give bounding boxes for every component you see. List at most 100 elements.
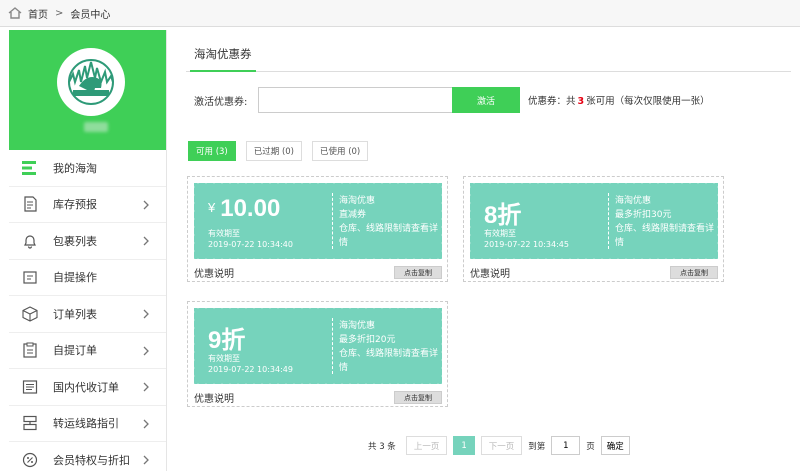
coupon-description-link[interactable]: 优惠说明 <box>194 265 234 280</box>
coupon-details: 海淘优惠 最多折扣30元 仓库、线路限制请查看详情 <box>615 194 715 250</box>
coupon-summary-prefix: 优惠券：共 <box>528 96 576 107</box>
sidebar-item-label: 自提操作 <box>53 271 97 285</box>
coupon-summary-suffix: 张可用（每次仅限使用一张） <box>586 96 710 107</box>
coupon-amount: 8折 <box>484 195 521 230</box>
list-icon <box>21 378 39 396</box>
tab-haitao-coupons[interactable]: 海淘优惠券 <box>190 46 256 72</box>
coupon-ticket: ¥10.00 有效期至 2019-07-22 10:34:40 海淘优惠 直减券… <box>191 181 445 261</box>
chevron-right-icon <box>143 200 149 209</box>
coupon-title: 海淘优惠 <box>339 321 376 331</box>
coupon-description-link[interactable]: 优惠说明 <box>470 265 510 280</box>
copy-button[interactable]: 点击复制 <box>394 266 442 279</box>
chevron-right-icon <box>143 236 149 246</box>
coupon-validity: 有效期至 2019-07-22 10:34:49 <box>208 353 293 375</box>
coupon-validity: 有效期至 2019-07-22 10:34:40 <box>208 228 293 250</box>
chevron-right-icon <box>143 309 149 319</box>
coupon-validity-label: 有效期至 <box>484 229 516 238</box>
discount-icon <box>21 451 39 469</box>
clipboard-icon <box>21 341 39 359</box>
home-icon[interactable] <box>8 7 22 19</box>
coupon-validity-date: 2019-07-22 10:34:49 <box>208 365 293 374</box>
filter-expired[interactable]: 已过期 (0) <box>245 141 302 161</box>
coupon-title: 海淘优惠 <box>615 196 652 206</box>
coupon-available-count: 3 <box>577 96 585 107</box>
coupon-title: 海淘优惠 <box>339 196 376 206</box>
goto-confirm-button[interactable]: 确定 <box>600 436 630 455</box>
sidebar: 我的海淘 库存预报 包裹列表 自提操作 订单列表 自提订单 国内代收订单 转运线… <box>9 30 167 471</box>
document-icon <box>21 195 39 213</box>
profile-panel <box>9 30 166 150</box>
coupon-card: ¥10.00 有效期至 2019-07-22 10:34:40 海淘优惠 直减券… <box>187 176 448 282</box>
coupon-description-link[interactable]: 优惠说明 <box>194 390 234 405</box>
coupon-card: 9折 有效期至 2019-07-22 10:34:49 海淘优惠 最多折扣20元… <box>187 301 448 407</box>
coupon-footer: 优惠说明 点击复制 <box>194 265 442 280</box>
coupon-status-filters: 可用 (3) 已过期 (0) 已使用 (0) <box>188 141 369 161</box>
breadcrumb: 首页 > 会员中心 <box>0 0 800 27</box>
coupon-validity-label: 有效期至 <box>208 229 240 238</box>
coupon-divider <box>332 318 333 374</box>
sidebar-item-label: 转运线路指引 <box>53 417 119 431</box>
coupon-currency: ¥ <box>208 200 216 215</box>
activate-coupon-label: 激活优惠券: <box>194 96 248 108</box>
next-page-button[interactable]: 下一页 <box>480 436 523 455</box>
coupon-validity-date: 2019-07-22 10:34:45 <box>484 240 569 249</box>
sidebar-item-label: 国内代收订单 <box>53 380 119 394</box>
coupon-details: 海淘优惠 直减券 仓库、线路限制请查看详情 <box>339 194 439 250</box>
sidebar-item-pickup-operation[interactable]: 自提操作 <box>9 260 166 296</box>
route-icon <box>21 414 39 432</box>
page-unit-label: 页 <box>586 441 595 452</box>
coupon-card: 8折 有效期至 2019-07-22 10:34:45 海淘优惠 最多折扣30元… <box>463 176 724 282</box>
goto-page-input[interactable] <box>551 436 581 455</box>
sidebar-item-label: 订单列表 <box>53 307 97 321</box>
sidebar-item-order-list[interactable]: 订单列表 <box>9 296 166 333</box>
coupon-amount: 9折 <box>208 320 245 355</box>
coupon-validity-date: 2019-07-22 10:34:40 <box>208 240 293 249</box>
coupon-ticket: 9折 有效期至 2019-07-22 10:34:49 海淘优惠 最多折扣20元… <box>191 306 445 386</box>
coupon-footer: 优惠说明 点击复制 <box>194 390 442 405</box>
goto-page-label: 到第 <box>528 441 546 452</box>
tab-bar: 海淘优惠券 <box>186 30 791 72</box>
page-number-button[interactable]: 1 <box>453 436 475 455</box>
coupon-summary: 优惠券：共 3 张可用（每次仅限使用一张） <box>528 93 710 107</box>
coupon-value: 10.00 <box>220 195 281 222</box>
sidebar-item-pickup-orders[interactable]: 自提订单 <box>9 333 166 369</box>
chevron-right-icon <box>143 455 149 465</box>
sidebar-item-domestic-collection-orders[interactable]: 国内代收订单 <box>9 369 166 406</box>
coupon-note: 仓库、线路限制请查看详情 <box>339 224 439 248</box>
coupon-details: 海淘优惠 最多折扣20元 仓库、线路限制请查看详情 <box>339 319 439 375</box>
breadcrumb-current[interactable]: 会员中心 <box>70 6 110 21</box>
filter-available[interactable]: 可用 (3) <box>188 141 236 161</box>
pagination: 共 3 条 上一页 1 下一页 到第 页 确定 <box>368 436 630 455</box>
prev-page-button[interactable]: 上一页 <box>405 436 448 455</box>
sidebar-item-inventory-forecast[interactable]: 库存预报 <box>9 187 166 223</box>
coupon-validity: 有效期至 2019-07-22 10:34:45 <box>484 228 569 250</box>
filter-used[interactable]: 已使用 (0) <box>312 141 369 161</box>
sidebar-item-route-guide[interactable]: 转运线路指引 <box>9 406 166 442</box>
box-icon <box>21 268 39 286</box>
sidebar-item-label: 会员特权与折扣 <box>53 453 130 467</box>
coupon-value: 9折 <box>208 327 246 354</box>
sidebar-item-label: 我的海淘 <box>53 161 97 175</box>
avatar[interactable] <box>57 48 125 116</box>
breadcrumb-separator: > <box>55 7 64 19</box>
coupon-divider <box>608 193 609 249</box>
activate-button[interactable]: 激活 <box>452 87 520 113</box>
sidebar-item-package-list[interactable]: 包裹列表 <box>9 223 166 260</box>
coupon-note: 仓库、线路限制请查看详情 <box>339 349 439 373</box>
copy-button[interactable]: 点击复制 <box>394 391 442 404</box>
username-blurred <box>84 122 108 132</box>
activate-coupon-row: 激活优惠券: 激活 优惠券：共 3 张可用（每次仅限使用一张） <box>186 87 791 113</box>
sidebar-item-label: 包裹列表 <box>53 234 97 248</box>
coupon-ticket: 8折 有效期至 2019-07-22 10:34:45 海淘优惠 最多折扣30元… <box>467 181 721 261</box>
sidebar-item-member-privileges[interactable]: 会员特权与折扣 <box>9 442 166 471</box>
coupon-value: 8折 <box>484 202 522 229</box>
sidebar-item-label: 自提订单 <box>53 344 97 358</box>
coupon-footer: 优惠说明 点击复制 <box>470 265 718 280</box>
coupon-subtitle: 最多折扣20元 <box>339 335 396 345</box>
coupon-note: 仓库、线路限制请查看详情 <box>615 224 715 248</box>
coupon-amount: ¥10.00 <box>208 195 280 223</box>
breadcrumb-home-link[interactable]: 首页 <box>28 6 48 21</box>
sidebar-item-my-haitao[interactable]: 我的海淘 <box>9 150 166 187</box>
coupon-code-input[interactable] <box>258 87 452 113</box>
copy-button[interactable]: 点击复制 <box>670 266 718 279</box>
